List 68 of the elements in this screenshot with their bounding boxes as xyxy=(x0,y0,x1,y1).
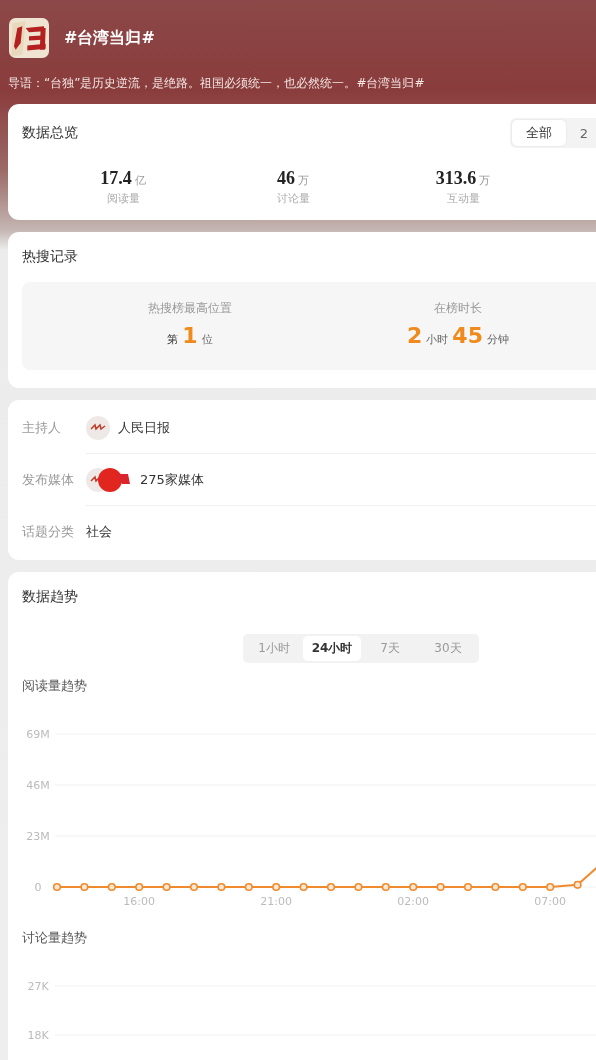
info-value: 社会 xyxy=(86,523,112,541)
data-point xyxy=(354,882,363,892)
info-label: 主持人 xyxy=(22,419,62,437)
data-point xyxy=(463,882,473,892)
record-unit: 位 xyxy=(201,332,213,347)
range-tab[interactable]: 2 xyxy=(565,120,596,146)
data-point xyxy=(491,882,500,892)
info-label: 话题分类 xyxy=(22,523,75,541)
y-axis-label: 18K xyxy=(27,1029,49,1042)
y-axis-label: 27K xyxy=(27,980,49,993)
stat-label: 阅读量 xyxy=(106,191,140,206)
data-point xyxy=(381,882,390,892)
chart-title: 阅读量趋势 xyxy=(22,677,88,695)
section-title: 数据趋势 xyxy=(22,588,78,604)
section-title: 热搜记录 xyxy=(22,248,78,264)
record-value: 1 xyxy=(182,323,198,348)
data-point xyxy=(518,882,527,892)
stat-value: 46 xyxy=(277,168,295,189)
range-tab[interactable]: 7天 xyxy=(361,636,419,661)
chart-title: 讨论量趋势 xyxy=(22,929,88,947)
x-axis-label: 21:00 xyxy=(260,895,293,908)
info-value: 人民日报 xyxy=(118,419,170,437)
range-tab[interactable]: 24小时 xyxy=(303,636,361,661)
stat-unit: 亿 xyxy=(134,173,146,188)
data-point xyxy=(107,882,116,892)
topic-lead: 导语：“台独”是历史逆流，是绝路。祖国必须统一，也必然统一。#台湾当归# xyxy=(7,75,426,92)
record-label: 在榜时长 xyxy=(434,300,482,317)
avatar-icon xyxy=(86,416,110,440)
stat-unit: 万 xyxy=(479,173,491,188)
data-point xyxy=(573,880,582,889)
data-point xyxy=(80,882,89,892)
data-point xyxy=(326,882,336,892)
range-tab[interactable]: 30天 xyxy=(419,636,477,661)
data-point xyxy=(546,882,555,892)
y-axis-label: 0 xyxy=(34,881,42,894)
data-point xyxy=(409,882,418,892)
record-label: 热搜榜最高位置 xyxy=(148,300,232,317)
stat-label: 互动量 xyxy=(446,191,480,206)
info-label: 发布媒体 xyxy=(22,471,75,489)
stat-value: 313.6 xyxy=(435,168,477,189)
data-point xyxy=(135,882,144,892)
stat-label: 讨论量 xyxy=(276,191,310,206)
data-point xyxy=(436,882,445,892)
topic-title: #台湾当归# xyxy=(64,27,155,49)
y-axis-label: 69M xyxy=(26,728,50,741)
record-value: 45 xyxy=(452,323,483,348)
data-point xyxy=(162,882,171,892)
data-point xyxy=(244,882,253,892)
data-point xyxy=(217,882,226,892)
range-tab[interactable]: 全部 xyxy=(511,120,566,146)
data-point xyxy=(272,882,281,892)
stat-value: 17.4 xyxy=(100,168,132,189)
data-point xyxy=(52,882,62,892)
range-tab[interactable]: 1小时 xyxy=(245,636,303,661)
stat-unit: 万 xyxy=(298,173,309,188)
x-axis-label: 16:00 xyxy=(123,895,156,908)
record-unit: 小时 xyxy=(426,332,449,347)
x-axis-label: 07:00 xyxy=(534,895,567,908)
info-value: 275家媒体 xyxy=(140,471,204,489)
data-point xyxy=(299,882,308,892)
section-title: 数据总览 xyxy=(22,124,78,142)
y-axis-label: 23M xyxy=(26,830,50,843)
record-unit: 第 xyxy=(167,332,179,347)
record-value: 2 xyxy=(407,323,423,348)
x-axis-label: 02:00 xyxy=(397,895,430,908)
data-point xyxy=(189,882,199,892)
record-unit: 分钟 xyxy=(486,332,509,347)
y-axis-label: 46M xyxy=(26,779,50,792)
